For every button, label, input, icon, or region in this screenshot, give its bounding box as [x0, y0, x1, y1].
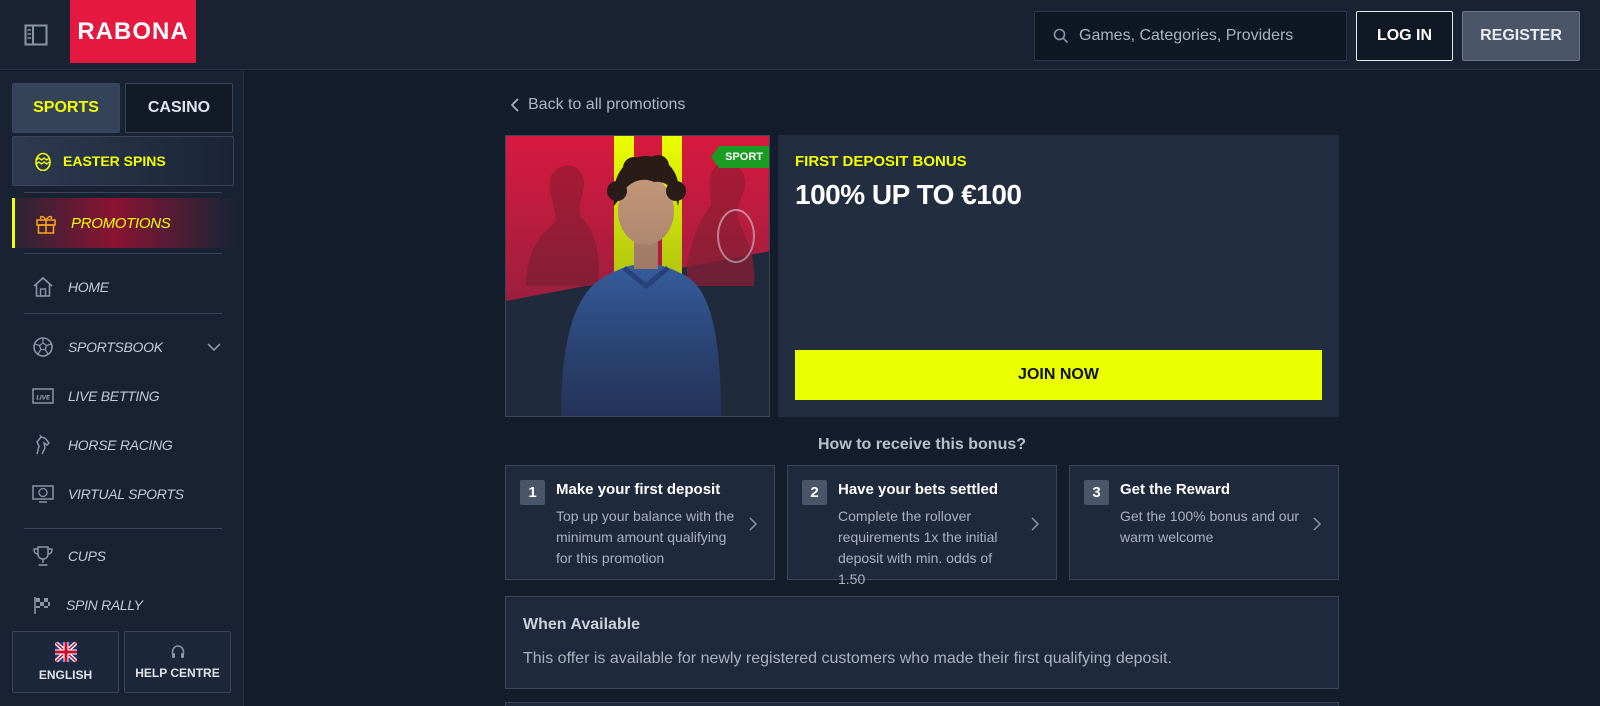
language-button[interactable]: ENGLISH [12, 631, 119, 693]
step-title: Have your bets settled [838, 481, 999, 498]
headset-icon [171, 645, 184, 658]
sidebar-item-cups[interactable]: CUPS [32, 541, 222, 571]
tab-casino[interactable]: CASINO [125, 83, 233, 133]
help-centre-button[interactable]: HELP CENTRE [124, 631, 231, 693]
sidebar-item-label: SPORTSBOOK [68, 339, 163, 355]
search-icon [1053, 28, 1069, 44]
trophy-icon [33, 546, 53, 566]
tab-sports[interactable]: SPORTS [12, 83, 120, 133]
uk-flag-icon [54, 642, 77, 662]
sidebar-toggle-icon[interactable] [24, 24, 48, 46]
search-input[interactable] [1079, 27, 1329, 45]
sport-tag-badge: SPORT [711, 146, 769, 168]
sidebar-item-sportsbook[interactable]: SPORTSBOOK [32, 332, 222, 362]
chevron-left-icon [510, 98, 519, 112]
sidebar-item-live-betting[interactable]: LIVE LIVE BETTING [32, 381, 222, 411]
sidebar-item-label: VIRTUAL SPORTS [68, 486, 184, 502]
sidebar-item-label: HOME [68, 279, 109, 295]
sidebar-item-label: LIVE BETTING [68, 388, 160, 404]
rabona-logo[interactable]: RABONA [70, 0, 196, 63]
sidebar-item-promotions[interactable]: PROMOTIONS [12, 198, 234, 248]
easter-egg-icon [35, 152, 51, 171]
step-number: 2 [802, 480, 827, 505]
live-icon: LIVE [32, 388, 54, 404]
step-description: Get the 100% bonus and our warm welcome [1120, 508, 1300, 545]
back-to-promotions-link[interactable]: Back to all promotions [510, 96, 685, 114]
divider [24, 528, 222, 529]
login-button[interactable]: LOG IN [1356, 11, 1453, 61]
step-card-3[interactable]: 3 Get the Reward Get the 100% bonus and … [1069, 465, 1339, 580]
top-header: RABONA LOG IN REGISTER [0, 0, 1600, 70]
sidebar-item-label: CUPS [68, 548, 106, 564]
gift-icon [36, 215, 56, 234]
how-to-receive-heading: How to receive this bonus? [817, 436, 1027, 453]
horse-icon [36, 434, 51, 455]
svg-text:LIVE: LIVE [36, 395, 51, 402]
football-icon [33, 337, 53, 357]
when-available-text: This offer is available for newly regist… [523, 650, 1172, 667]
promotion-title: 100% UP TO €100 [795, 179, 1022, 210]
divider [24, 313, 222, 314]
home-icon [33, 276, 53, 297]
sidebar-item-label: EASTER SPINS [63, 153, 166, 169]
virtual-sports-icon [32, 485, 54, 503]
divider [24, 192, 222, 193]
sidebar-item-spin-rally[interactable]: SPIN RALLY [32, 590, 222, 620]
step-title: Make your first deposit [556, 481, 721, 498]
next-section-edge [505, 702, 1339, 706]
checkered-flag-icon [34, 597, 50, 614]
search-box[interactable] [1034, 11, 1347, 61]
step-title: Get the Reward [1120, 481, 1231, 498]
step-card-2[interactable]: 2 Have your bets settled Complete the ro… [787, 465, 1057, 587]
sidebar-item-easter-spins[interactable]: EASTER SPINS [12, 136, 234, 186]
promotion-card: FIRST DEPOSIT BONUS 100% UP TO €100 JOIN… [778, 135, 1339, 417]
when-available-heading: When Available [523, 616, 641, 633]
promotion-subtitle: FIRST DEPOSIT BONUS [795, 153, 967, 170]
when-available-section: When Available This offer is available f… [505, 596, 1339, 689]
step-number: 1 [520, 480, 545, 505]
sidebar-item-label: SPIN RALLY [66, 597, 143, 613]
divider [24, 253, 222, 254]
chevron-right-icon [749, 517, 758, 531]
sidebar-item-virtual-sports[interactable]: VIRTUAL SPORTS [32, 479, 222, 509]
step-description: Complete the rollover requirements 1x th… [838, 508, 998, 587]
language-label: ENGLISH [38, 668, 93, 682]
chevron-right-icon [1031, 517, 1040, 531]
sidebar: SPORTS CASINO EASTER SPINS PROMOTIONS HO… [0, 71, 244, 706]
sidebar-item-label: HORSE RACING [68, 437, 173, 453]
promotion-artwork [506, 136, 769, 416]
sidebar-item-home[interactable]: HOME [32, 272, 222, 302]
step-number: 3 [1084, 480, 1109, 505]
chevron-right-icon [1313, 517, 1322, 531]
step-description: Top up your balance with the minimum amo… [556, 508, 735, 566]
chevron-down-icon[interactable] [206, 339, 222, 355]
register-button[interactable]: REGISTER [1462, 11, 1580, 61]
sidebar-item-horse-racing[interactable]: HORSE RACING [32, 430, 222, 460]
sidebar-item-label: PROMOTIONS [71, 214, 171, 232]
step-card-1[interactable]: 1 Make your first deposit Top up your ba… [505, 465, 775, 580]
help-centre-label: HELP CENTRE [135, 666, 220, 680]
join-now-button[interactable]: JOIN NOW [795, 350, 1322, 400]
promotion-image: SPORT [505, 135, 770, 417]
back-link-label: Back to all promotions [528, 96, 686, 113]
